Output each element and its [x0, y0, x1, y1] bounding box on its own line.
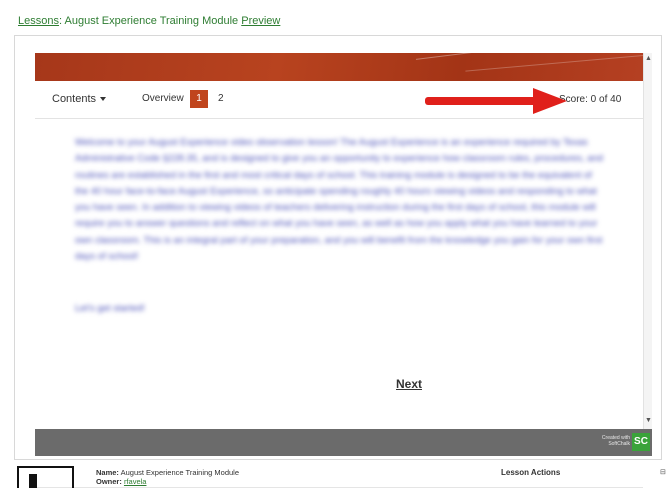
owner-label: Owner:: [96, 477, 122, 486]
breadcrumb-module-title: August Experience Training Module: [64, 15, 239, 27]
closing-line: Let's get started!: [75, 303, 145, 314]
breadcrumb-separator: :: [58, 15, 63, 27]
lesson-footer: Created with SoftChalk SC: [35, 429, 652, 456]
contents-dropdown[interactable]: Contents: [52, 93, 107, 105]
softchalk-credit: Created with SoftChalk: [601, 435, 630, 447]
overview-link[interactable]: Overview: [142, 93, 184, 104]
lesson-content: Welcome to your August Experience video …: [35, 119, 643, 488]
banner-decoration: [465, 53, 643, 72]
lesson-metadata: Name: August Experience Training Module …: [96, 468, 239, 486]
lesson-banner: [35, 53, 643, 81]
red-arrow-annotation-icon: [425, 88, 567, 114]
lesson-owner-row: Owner: rfavela: [96, 477, 239, 486]
name-value: August Experience Training Module: [120, 468, 240, 477]
lesson-preview-page: Lessons: August Experience Training Modu…: [0, 0, 670, 488]
contents-label: Contents: [52, 93, 97, 105]
scroll-up-icon[interactable]: ▲: [645, 55, 652, 62]
intro-paragraph: Welcome to your August Experience video …: [75, 137, 604, 263]
lesson-thumbnail: [17, 466, 74, 488]
chevron-down-icon: [100, 97, 107, 102]
thumbnail-graphic: [29, 474, 37, 488]
lesson-actions-heading: Lesson Actions: [501, 468, 561, 477]
lesson-name-row: Name: August Experience Training Module: [96, 468, 239, 477]
content-scrollbar[interactable]: ▲ ▼: [643, 53, 652, 429]
owner-link[interactable]: rfavela: [124, 477, 147, 486]
breadcrumb: Lessons: August Experience Training Modu…: [18, 15, 280, 27]
breadcrumb-lessons-link[interactable]: Lessons: [18, 15, 59, 27]
page-1-button[interactable]: 1: [190, 90, 208, 108]
lesson-player: Contents Overview 1 2 Score: 0 of 40 Wel…: [35, 53, 652, 488]
breadcrumb-preview-link[interactable]: Preview: [241, 15, 280, 27]
page-2-button[interactable]: 2: [218, 93, 224, 104]
name-label: Name:: [96, 468, 119, 477]
next-button[interactable]: Next: [396, 377, 422, 391]
scroll-down-icon[interactable]: ▼: [645, 417, 652, 424]
softchalk-logo-icon: SC: [632, 433, 650, 451]
collapse-icon[interactable]: ⊟: [660, 468, 666, 476]
lesson-info-panel: Name: August Experience Training Module …: [0, 462, 670, 488]
